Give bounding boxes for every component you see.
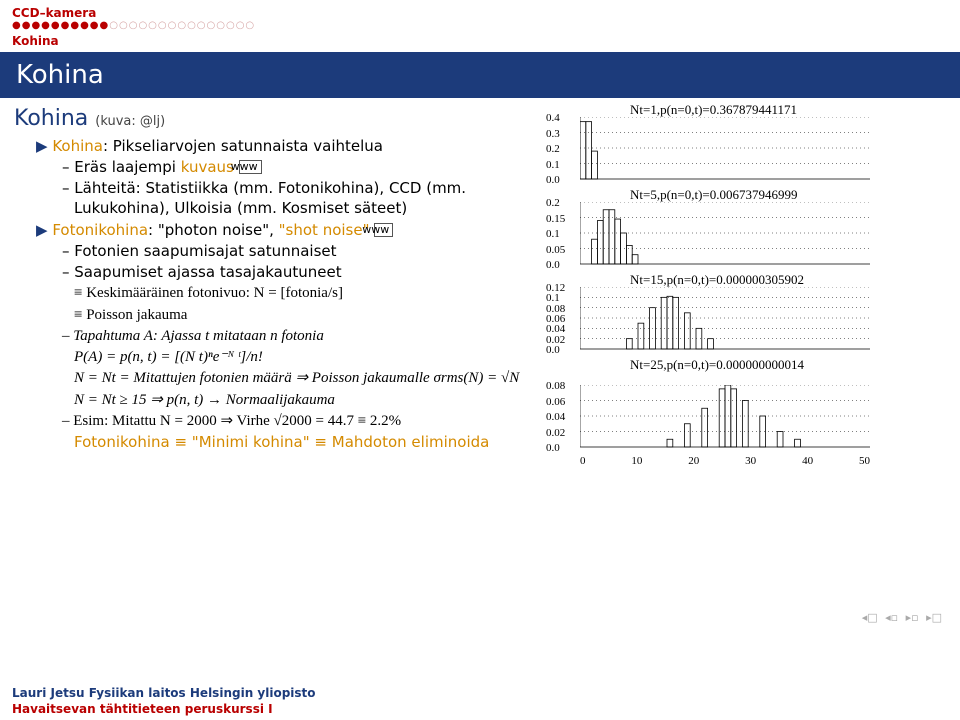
bullet-1-sub1-a: – Eräs laajempi xyxy=(62,158,176,176)
y-tick: 0.08 xyxy=(546,304,565,315)
bullet-2: ▶ Fotonikohina: "photon noise", "shot no… xyxy=(36,220,534,240)
bullet-1-term: Kohina xyxy=(52,137,103,155)
chart-plot xyxy=(580,287,870,351)
x-tick: 40 xyxy=(802,455,813,467)
y-tick: 0.08 xyxy=(546,381,565,392)
mini-chart-2: Nt=15,p(n=0,t)=0.000000305902 0.00.020.04… xyxy=(540,274,946,359)
chart-plot xyxy=(580,117,870,181)
bullet-2-sub3: ≡ Keskimääräinen fotonivuo: N = [fotonia… xyxy=(74,283,534,303)
y-tick: 0.2 xyxy=(546,198,560,209)
triangle-icon: ▶ xyxy=(36,137,48,155)
bullet-1: ▶ Kohina: Pikseliarvojen satunnaista vai… xyxy=(36,136,534,156)
y-tick: 0.3 xyxy=(546,129,560,140)
section-header: CCD–kamera xyxy=(0,0,960,22)
chart-title: Nt=25,p(n=0,t)=0.000000000014 xyxy=(630,357,804,373)
subtitle-text: Kohina xyxy=(14,106,88,131)
bullet-1-sub1: – Eräs laajempi kuvaus www xyxy=(62,157,534,177)
footer-uni: Helsingin yliopisto xyxy=(190,686,316,700)
www-badge[interactable]: www xyxy=(374,223,393,237)
subsection-header: Kohina xyxy=(0,34,960,52)
bullet-2-sub4: ≡ Poisson jakauma xyxy=(74,305,534,325)
y-tick: 0.4 xyxy=(546,113,560,124)
chart-column: Nt=1,p(n=0,t)=0.367879441171 0.0 0.1 0.2 0.3… xyxy=(534,104,946,684)
progress-empty: ○○○○○○○○○○○○○○○ xyxy=(109,20,255,31)
x-tick: 0 xyxy=(580,455,586,467)
y-tick: 0.02 xyxy=(546,335,565,346)
footer: Lauri Jetsu Fysiikan laitos Helsingin yl… xyxy=(0,684,960,720)
content-area: Kohina (kuva: @lj) ▶ Kohina: Pikseliarvo… xyxy=(0,98,960,684)
bullet-1-sub2: – Lähteitä: Statistiikka (mm. Fotonikohi… xyxy=(62,178,534,219)
y-tick: 0.2 xyxy=(546,144,560,155)
y-tick: 0.1 xyxy=(546,160,560,171)
mini-chart-3: Nt=25,p(n=0,t)=0.000000000014 0.0 0.02 0.04… xyxy=(540,359,946,457)
x-tick: 10 xyxy=(631,455,642,467)
title-bar: Kohina xyxy=(0,52,960,98)
y-tick: 0.0 xyxy=(546,345,560,356)
y-tick: 0.06 xyxy=(546,314,565,325)
bullet-2-link: "shot noise" xyxy=(279,221,370,239)
bullet-2-sub1: – Fotonien saapumisajat satunnaiset xyxy=(62,241,534,261)
footer-author: Lauri Jetsu xyxy=(12,686,85,700)
nav-back-slide-icon[interactable]: ◂▫ xyxy=(885,611,898,624)
bullet-2-eq3: N = Nt ≥ 15 ⇒ p(n, t) → Normaalijakauma xyxy=(74,390,534,410)
y-tick: 0.12 xyxy=(546,283,565,294)
y-tick: 0.0 xyxy=(546,175,560,186)
chart-title: Nt=15,p(n=0,t)=0.000000305902 xyxy=(630,272,804,288)
progress-filled: ●●●●●●●●●● xyxy=(12,20,109,31)
bullet-2-eq1: P(A) = p(n, t) = [(N t)ⁿe⁻ᴺ ᵗ]/n! xyxy=(74,347,534,367)
x-tick: 30 xyxy=(745,455,756,467)
subtitle-attr: (kuva: @lj) xyxy=(95,114,165,129)
y-tick: 0.05 xyxy=(546,245,565,256)
y-tick: 0.15 xyxy=(546,214,565,225)
www-badge[interactable]: www xyxy=(239,160,262,174)
nav-back-section-icon[interactable]: ◂□ xyxy=(862,611,878,624)
mini-chart-0: Nt=1,p(n=0,t)=0.367879441171 0.0 0.1 0.2 0.3… xyxy=(540,104,946,189)
y-tick: 0.04 xyxy=(546,324,565,335)
bullet-2-mid: : "photon noise", xyxy=(148,221,274,239)
x-tick: 20 xyxy=(688,455,699,467)
text-column: Kohina (kuva: @lj) ▶ Kohina: Pikseliarvo… xyxy=(14,104,534,684)
footer-course: Havaitsevan tähtitieteen peruskurssi I xyxy=(12,702,948,716)
bullet-2-sub5: – Tapahtuma A: Ajassa t mitataan n foton… xyxy=(62,326,534,346)
bullet-2-sub2: – Saapumiset ajassa tasajakautuneet xyxy=(62,262,534,282)
bullet-1-rest: : Pikseliarvojen satunnaista vaihtelua xyxy=(103,137,383,155)
y-tick: 0.1 xyxy=(546,293,560,304)
nav-fwd-slide-icon[interactable]: ▸▫ xyxy=(906,611,919,624)
y-tick: 0.06 xyxy=(546,397,565,408)
bullet-2-eq2: N = Nt = Mitattujen fotonien määrä ⇒ Poi… xyxy=(74,368,534,388)
x-ticks: 0 10 20 30 40 50 xyxy=(580,455,870,467)
chart-title: Nt=5,p(n=0,t)=0.006737946999 xyxy=(630,187,798,203)
footer-dept: Fysiikan laitos xyxy=(89,686,186,700)
bullet-1-sub1-link: kuvaus xyxy=(181,158,234,176)
chart-plot xyxy=(580,385,870,449)
y-tick: 0.0 xyxy=(546,260,560,271)
chart-stack: Nt=1,p(n=0,t)=0.367879441171 0.0 0.1 0.2 0.3… xyxy=(540,104,946,457)
y-tick: 0.04 xyxy=(546,412,565,423)
slide-subtitle: Kohina (kuva: @lj) xyxy=(14,104,534,134)
progress-dots: ●●●●●●●●●●○○○○○○○○○○○○○○○ xyxy=(0,22,960,34)
bullet-3: Fotonikohina ≡ "Minimi kohina" ≡ Mahdoto… xyxy=(74,432,534,452)
triangle-icon: ▶ xyxy=(36,221,48,239)
chart-title: Nt=1,p(n=0,t)=0.367879441171 xyxy=(630,102,797,118)
y-tick: 0.1 xyxy=(546,229,560,240)
slide: CCD–kamera ●●●●●●●●●●○○○○○○○○○○○○○○○ Koh… xyxy=(0,0,960,720)
y-tick: 0.0 xyxy=(546,443,560,454)
mini-chart-1: Nt=5,p(n=0,t)=0.006737946999 0.0 0.05 0.1 0.… xyxy=(540,189,946,274)
y-tick: 0.02 xyxy=(546,428,565,439)
chart-plot xyxy=(580,202,870,266)
nav-icons: ◂□ ◂▫ ▸▫ ▸□ xyxy=(858,611,942,624)
nav-fwd-section-icon[interactable]: ▸□ xyxy=(926,611,942,624)
bullet-2-term: Fotonikohina xyxy=(52,221,148,239)
x-tick: 50 xyxy=(859,455,870,467)
bullet-2-sub9: – Esim: Mitattu N = 2000 ⇒ Virhe √2000 =… xyxy=(62,411,534,431)
